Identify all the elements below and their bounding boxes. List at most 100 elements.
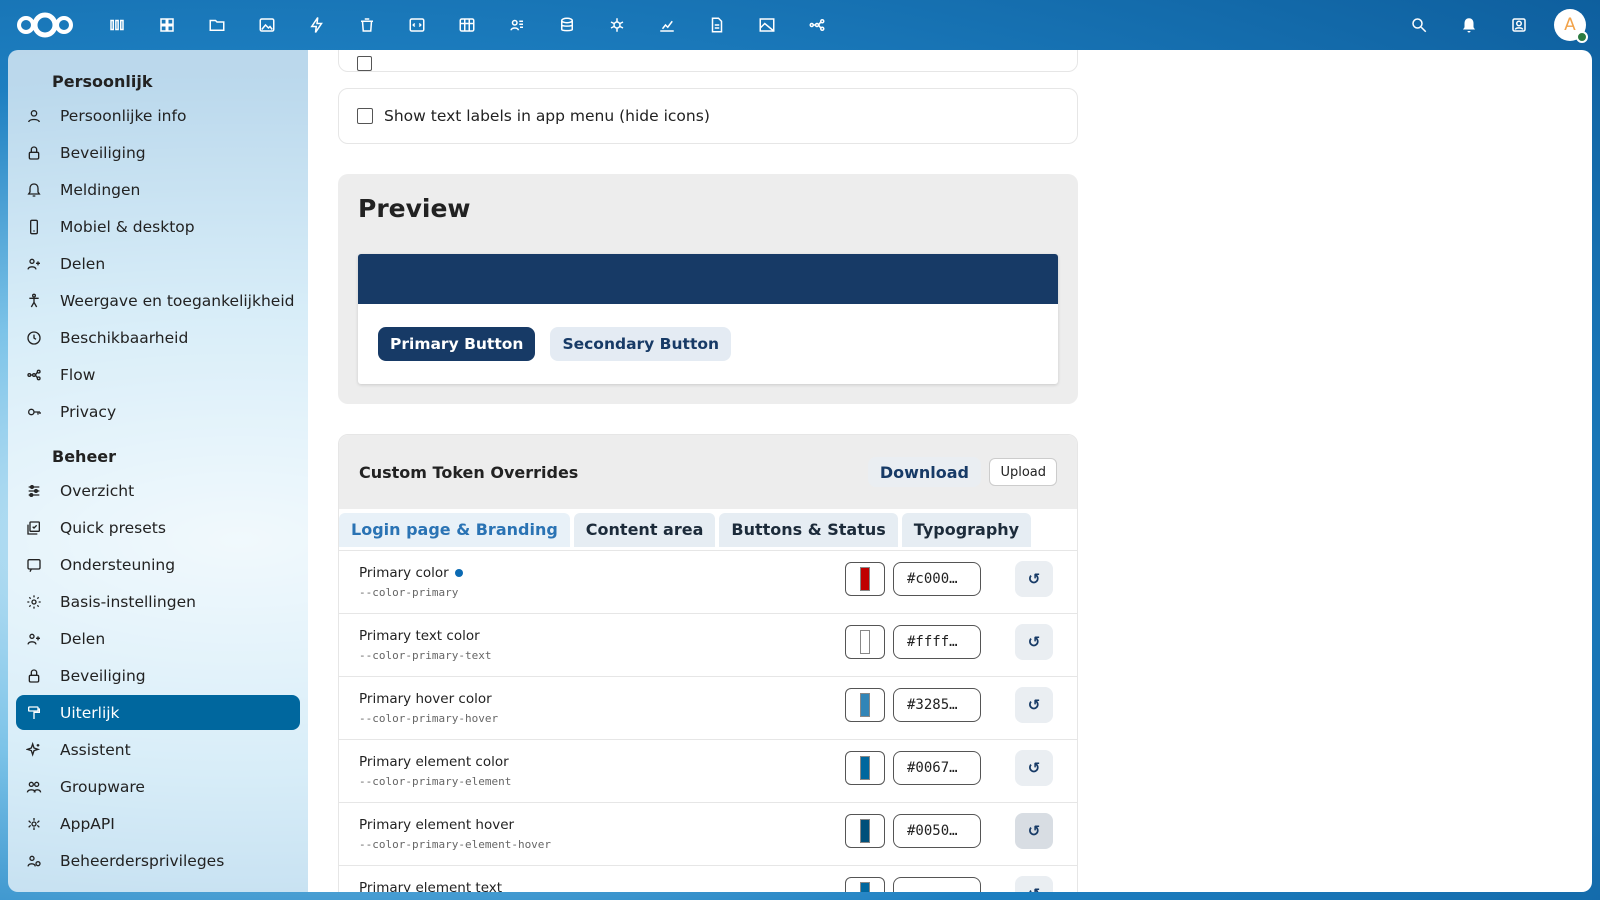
share-icon (24, 629, 44, 649)
tab-typography[interactable]: Typography (901, 512, 1032, 547)
bug-icon[interactable] (592, 0, 642, 50)
tab-content-area[interactable]: Content area (573, 512, 716, 547)
hex-color-input[interactable]: #0050… (893, 814, 981, 848)
key-icon (24, 402, 44, 422)
hex-color-input[interactable] (893, 877, 981, 892)
color-picker-swatch[interactable] (845, 751, 885, 785)
sidebar-item-label: Groupware (60, 777, 145, 796)
admin-icon (24, 851, 44, 871)
token-variable: --color-primary-element (359, 775, 512, 788)
sidebar-item-delen[interactable]: Delen (16, 246, 300, 281)
avatar[interactable]: A (1554, 9, 1588, 43)
tab-buttons-status[interactable]: Buttons & Status (719, 512, 898, 547)
table-icon[interactable] (442, 0, 492, 50)
checkbox[interactable] (357, 56, 372, 71)
sidebar-item-meldingen[interactable]: Meldingen (16, 172, 300, 207)
download-button[interactable]: Download (867, 457, 981, 487)
reset-token-button[interactable]: ↺ (1015, 561, 1053, 597)
sidebar-item-beveiliging[interactable]: Beveiliging (16, 658, 300, 693)
clock-icon (24, 328, 44, 348)
sidebar-item-label: Delen (60, 254, 106, 273)
grid-icon[interactable] (142, 0, 192, 50)
document-icon[interactable] (692, 0, 742, 50)
token-row: Primary element hover --color-primary-ele… (339, 803, 1077, 866)
code-icon[interactable] (392, 0, 442, 50)
undo-icon: ↺ (1028, 885, 1041, 892)
trash-icon[interactable] (342, 0, 392, 50)
sidebar-item-privacy[interactable]: Privacy (16, 394, 300, 429)
custom-token-overrides-panel: Custom Token Overrides Download Upload L… (338, 434, 1078, 892)
image-icon[interactable] (242, 0, 292, 50)
user-icon (24, 106, 44, 126)
reset-token-button[interactable]: ↺ (1015, 687, 1053, 723)
notifications-bell-icon[interactable] (1444, 0, 1494, 50)
tab-login-page-branding[interactable]: Login page & Branding (339, 512, 570, 547)
sidebar-item-beschikbaarheid[interactable]: Beschikbaarheid (16, 320, 300, 355)
sidebar-item-mobiel-desktop[interactable]: Mobiel & desktop (16, 209, 300, 244)
sidebar-item-overzicht[interactable]: Overzicht (16, 473, 300, 508)
color-picker-swatch[interactable] (845, 562, 885, 596)
preview-primary-button[interactable]: Primary Button (378, 327, 536, 361)
hex-color-input[interactable]: #3285… (893, 688, 981, 722)
reset-token-button[interactable]: ↺ (1015, 750, 1053, 786)
color-picker-swatch[interactable] (845, 688, 885, 722)
sidebar-item-label: Overzicht (60, 481, 135, 500)
sidebar-item-beheerdersprivileges[interactable]: Beheerdersprivileges (16, 843, 300, 878)
color-picker-swatch[interactable] (845, 625, 885, 659)
sidebar-item-quick-presets[interactable]: Quick presets (16, 510, 300, 545)
hex-color-input[interactable]: #c000… (893, 562, 981, 596)
sidebar-item-beveiliging[interactable]: Beveiliging (16, 135, 300, 170)
sliders-icon (24, 481, 44, 501)
token-label: Primary element text (359, 880, 502, 892)
contacts-menu-icon[interactable] (1494, 0, 1544, 50)
sidebar-item-groupware[interactable]: Groupware (16, 769, 300, 804)
reset-token-button[interactable]: ↺ (1015, 876, 1053, 892)
show-labels-label[interactable]: Show text labels in app menu (hide icons… (384, 107, 710, 125)
nextcloud-logo[interactable] (14, 10, 78, 40)
preview-panel: Preview Primary Button Secondary Button (338, 174, 1078, 404)
sidebar-item-persoonlijke-info[interactable]: Persoonlijke info (16, 98, 300, 133)
folder-icon[interactable] (192, 0, 242, 50)
contacts-icon[interactable] (492, 0, 542, 50)
flow-icon[interactable] (792, 0, 842, 50)
token-label: Primary text color (359, 628, 480, 644)
tokens-title: Custom Token Overrides (359, 462, 579, 482)
hex-color-input[interactable]: #0067… (893, 751, 981, 785)
activity-icon[interactable] (292, 0, 342, 50)
token-label-text: Primary element color (359, 754, 509, 770)
chart-icon[interactable] (642, 0, 692, 50)
reset-token-button[interactable]: ↺ (1015, 624, 1053, 660)
sidebar-item-label: Delen (60, 629, 106, 648)
dashboard-icon[interactable] (92, 0, 142, 50)
sidebar-item-label: Quick presets (60, 518, 166, 537)
sidebar-item-basis-instellingen[interactable]: Basis-instellingen (16, 584, 300, 619)
picture-icon[interactable] (742, 0, 792, 50)
reset-token-button[interactable]: ↺ (1015, 813, 1053, 849)
preview-secondary-button[interactable]: Secondary Button (550, 327, 732, 361)
token-row: Primary color --color-primary #c000… ↺ (339, 551, 1077, 614)
color-picker-swatch[interactable] (845, 877, 885, 892)
top-header: A (0, 0, 1600, 50)
personal-caption: Persoonlijk (52, 71, 153, 91)
sidebar-item-assistent[interactable]: Assistent (16, 732, 300, 767)
hex-color-input[interactable]: #ffff… (893, 625, 981, 659)
sidebar-item-delen[interactable]: Delen (16, 621, 300, 656)
accessibility-icon (24, 291, 44, 311)
search-icon[interactable] (1394, 0, 1444, 50)
sidebar-item-appapi[interactable]: AppAPI (16, 806, 300, 841)
sidebar-item-uiterlijk[interactable]: Uiterlijk (16, 695, 300, 730)
color-picker-swatch[interactable] (845, 814, 885, 848)
show-labels-checkbox[interactable] (357, 108, 373, 124)
share-icon (24, 254, 44, 274)
show-labels-card: Show text labels in app menu (hide icons… (338, 88, 1078, 144)
app-menu (92, 0, 842, 50)
upload-button[interactable]: Upload (989, 458, 1057, 486)
undo-icon: ↺ (1027, 759, 1041, 777)
sidebar-item-ondersteuning[interactable]: Ondersteuning (16, 547, 300, 582)
sidebar-item-flow[interactable]: Flow (16, 357, 300, 392)
sidebar-item-weergave-en-toegankelijkheid[interactable]: Weergave en toegankelijkheid (16, 283, 300, 318)
token-label-text: Primary element hover (359, 817, 515, 833)
database-icon[interactable] (542, 0, 592, 50)
presets-icon (24, 518, 44, 538)
status-online-indicator (1576, 31, 1588, 43)
